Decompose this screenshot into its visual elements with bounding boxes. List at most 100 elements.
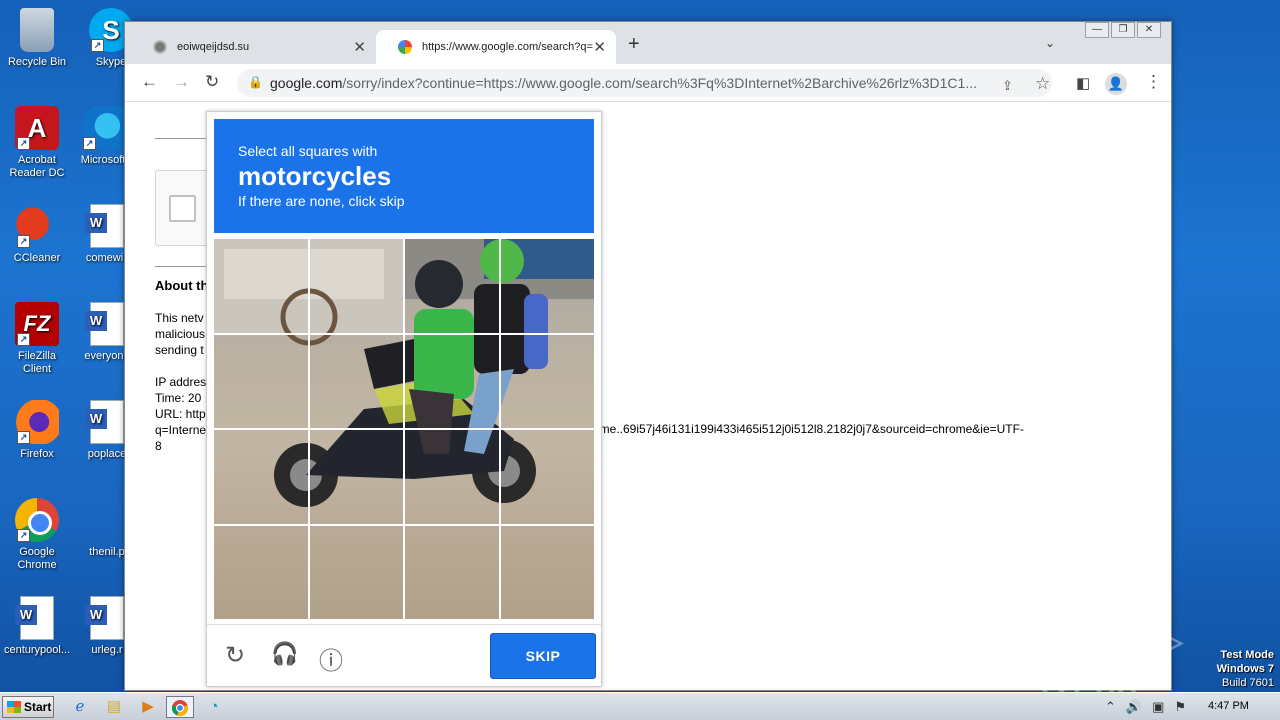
address-bar[interactable]: 🔒 google.com /sorry/index?continue=https…	[237, 69, 1052, 97]
recaptcha-challenge: Select all squares with motorcycles If t…	[206, 111, 602, 687]
back-button[interactable]: ←	[141, 72, 158, 92]
desktop-icon-label: Acrobat Reader DC	[9, 154, 65, 179]
action-center-flag-icon[interactable]: ⚑	[1174, 699, 1186, 715]
ip-address: IP addres	[155, 375, 207, 389]
close-tab-icon[interactable]: ✕	[353, 38, 366, 56]
about-text: sending t	[155, 343, 204, 357]
about-heading: About th	[155, 278, 209, 293]
captcha-tile[interactable]	[498, 428, 594, 526]
url-host: google.com	[270, 75, 343, 91]
captcha-tile[interactable]	[307, 523, 405, 619]
time: Time: 20	[155, 391, 202, 405]
tab-eoiwqeijdsd[interactable]: eoiwqeijdsd.su ✕	[131, 30, 376, 64]
desktop-icon-recycle-bin[interactable]: Recycle Bin	[4, 8, 70, 69]
captcha-tile[interactable]	[403, 523, 501, 619]
profile-avatar-icon[interactable]: 👤	[1105, 73, 1127, 95]
menu-icon[interactable]: ⋮	[1145, 72, 1162, 92]
maximize-button[interactable]: ❐	[1111, 22, 1135, 38]
window-controls: — ❐ ✕	[1085, 22, 1161, 38]
minimize-button[interactable]: —	[1085, 22, 1109, 38]
edge-taskbar-icon[interactable]: ◔	[200, 696, 228, 718]
captcha-tile[interactable]	[307, 428, 405, 526]
forward-button[interactable]: →	[173, 72, 190, 92]
side-panel-icon[interactable]: ◧	[1076, 74, 1090, 92]
network-icon[interactable]: ▣	[1152, 699, 1164, 715]
bookmark-star-icon[interactable]: ☆	[1035, 74, 1050, 94]
filezilla-icon: FZ ↗	[15, 302, 59, 346]
captcha-tile[interactable]	[403, 428, 501, 526]
edge-icon: ↗	[81, 106, 125, 150]
captcha-tile[interactable]	[307, 239, 405, 335]
challenge-target: motorcycles	[238, 161, 392, 191]
recycle-bin-icon	[20, 8, 54, 52]
os-label: Windows 7	[1216, 663, 1274, 675]
desktop-icon-centurypool[interactable]: W centurypool...	[2, 596, 72, 657]
recaptcha-checkbox[interactable]	[169, 195, 196, 222]
desktop-icon-label: centurypool...	[3, 644, 71, 656]
url-tail: ome..69i57j46i131i199i433i465i512j0i512l…	[593, 422, 1024, 436]
desktop-icon-acrobat[interactable]: A ↗ Acrobat Reader DC	[4, 106, 70, 180]
word-document-icon: W	[15, 596, 54, 640]
about-text: This netv	[155, 311, 204, 325]
close-window-button[interactable]: ✕	[1137, 22, 1161, 38]
media-player-icon[interactable]: ▶	[134, 696, 162, 718]
captcha-tile[interactable]	[307, 332, 405, 430]
skip-button[interactable]: SKIP	[490, 633, 596, 679]
chrome-icon: ↗	[15, 498, 59, 542]
share-icon[interactable]: ⇪	[1002, 78, 1013, 94]
challenge-instruction: Select all squares with	[238, 143, 378, 159]
file-icon	[85, 498, 129, 542]
captcha-tile[interactable]	[403, 239, 501, 335]
browser-toolbar: ← → ↻ 🔒 google.com /sorry/index?continue…	[125, 64, 1171, 102]
desktop-icon-ccleaner[interactable]: ↗ CCleaner	[4, 204, 70, 265]
challenge-header: Select all squares with motorcycles If t…	[214, 119, 594, 233]
captcha-tile[interactable]	[214, 332, 310, 430]
captcha-tile[interactable]	[498, 239, 594, 335]
chrome-taskbar-icon[interactable]	[166, 696, 194, 718]
reload-challenge-icon[interactable]: ↻	[225, 641, 245, 670]
captcha-tile[interactable]	[214, 428, 310, 526]
tab-search-icon[interactable]: ⌄	[1045, 36, 1055, 50]
captcha-tile[interactable]	[214, 523, 310, 619]
start-label: Start	[24, 700, 52, 714]
close-tab-icon[interactable]: ✕	[593, 38, 606, 56]
acrobat-icon: A ↗	[15, 106, 59, 150]
info-icon[interactable]: ⓘ	[319, 641, 343, 676]
url-label: URL: http	[155, 407, 206, 421]
captcha-tile[interactable]	[498, 332, 594, 430]
file-explorer-icon[interactable]: ▤	[100, 696, 128, 718]
google-favicon-icon	[398, 40, 412, 54]
test-mode-label: Test Mode	[1220, 649, 1274, 661]
desktop-icon-label: Firefox	[20, 448, 54, 460]
audio-challenge-icon[interactable]: 🎧	[271, 641, 298, 667]
captcha-tile[interactable]	[498, 523, 594, 619]
system-tray: ⌃ 🔊 ▣ ⚑	[1105, 693, 1186, 720]
volume-icon[interactable]: 🔊	[1126, 699, 1142, 715]
desktop-icon-label: FileZilla Client	[18, 350, 56, 375]
word-document-icon: W	[85, 400, 124, 444]
start-button[interactable]: Start	[2, 696, 54, 718]
clock[interactable]: 4:47 PM	[1208, 700, 1249, 712]
internet-explorer-icon[interactable]: ℯ	[66, 696, 94, 718]
lock-icon: 🔒	[248, 75, 263, 89]
captcha-tile[interactable]	[403, 332, 501, 430]
word-document-icon: W	[85, 596, 124, 640]
desktop-icon-firefox[interactable]: ↗ Firefox	[4, 400, 70, 461]
desktop-icon-filezilla[interactable]: FZ ↗ FileZilla Client	[4, 302, 70, 376]
chrome-icon	[171, 700, 189, 717]
tab-strip: eoiwqeijdsd.su ✕ https://www.google.com/…	[125, 22, 1171, 64]
show-hidden-icons[interactable]: ⌃	[1105, 699, 1116, 715]
reload-button[interactable]: ↻	[205, 72, 219, 92]
tab-title: https://www.google.com/search?q=	[422, 41, 593, 53]
challenge-footer: ↻ 🎧 ⓘ SKIP	[207, 624, 601, 688]
new-tab-button[interactable]: +	[628, 33, 640, 56]
tab-google-search[interactable]: https://www.google.com/search?q= ✕	[376, 30, 616, 64]
test-mode-watermark: Test Mode Windows 7 Build 7601	[1217, 648, 1274, 690]
taskbar: Start ℯ ▤ ▶ ◔ ⌃ 🔊 ▣ ⚑ 4:47 PM	[0, 692, 1280, 720]
url-end: 8	[155, 439, 162, 453]
captcha-tile[interactable]	[214, 239, 310, 335]
globe-icon	[153, 40, 167, 54]
word-document-icon: W	[85, 302, 124, 346]
url-path: /sorry/index?continue=https://www.google…	[342, 75, 977, 91]
desktop-icon-chrome[interactable]: ↗ Google Chrome	[4, 498, 70, 572]
